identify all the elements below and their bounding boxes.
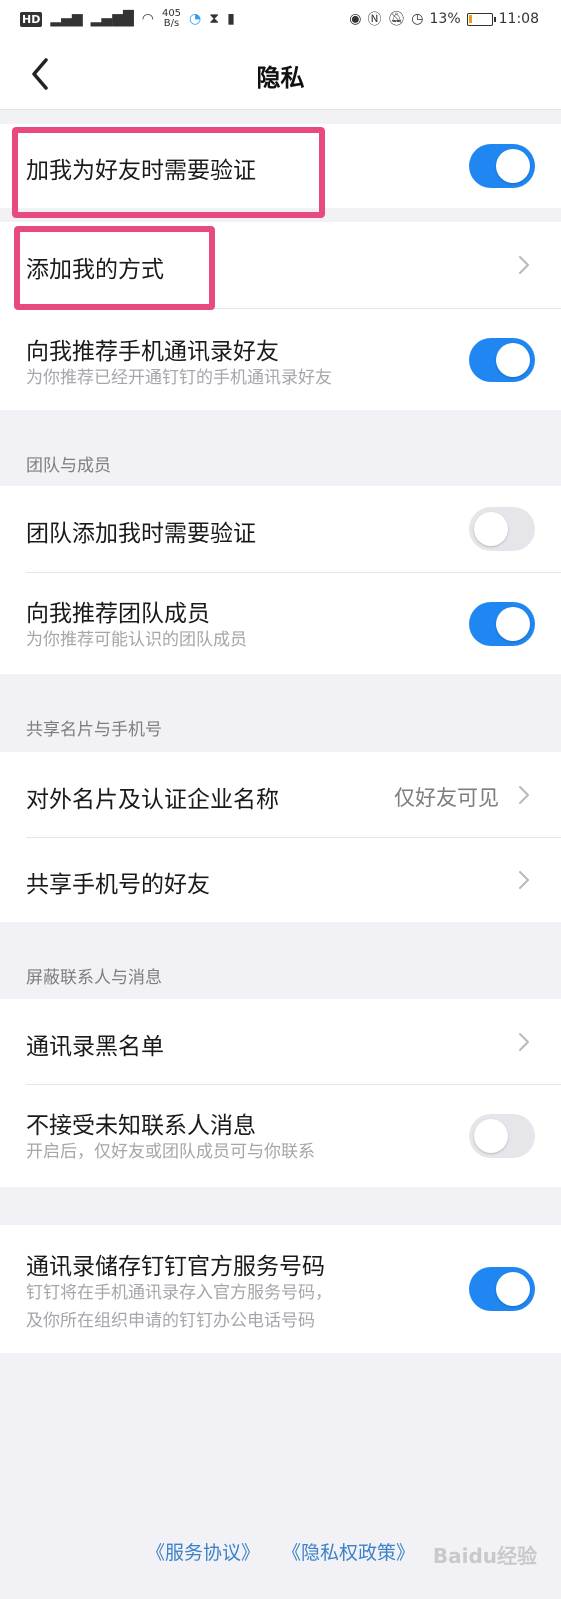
battery-icon: [466, 12, 496, 26]
nav-header: 隐私: [0, 38, 561, 110]
group-card-phone: 对外名片及认证企业名称 仅好友可见 共享手机号的好友: [0, 752, 561, 922]
chevron-right-icon: [519, 871, 529, 889]
hourglass-icon: ⧗: [209, 11, 220, 27]
browser-icon: ◔: [189, 11, 202, 27]
toggle-knob: [474, 1119, 508, 1153]
hd-icon: HD: [20, 11, 43, 27]
watermark-logo: Baidu经验: [432, 1544, 537, 1568]
row-value: 仅好友可见: [394, 786, 499, 810]
mute-icon: 🔕︎: [387, 11, 406, 27]
chevron-right-icon: [519, 256, 529, 274]
group-add-me: 添加我的方式 向我推荐手机通讯录好友 为你推荐已经开通钉钉的手机通讯录好友: [0, 222, 561, 410]
chevron-right-icon: [519, 786, 529, 804]
row-label: 通讯录黑名单: [26, 1034, 164, 1060]
row-recommend-contacts: 向我推荐手机通讯录好友 为你推荐已经开通钉钉的手机通讯录好友: [0, 308, 561, 410]
row-label: 向我推荐手机通讯录好友: [26, 339, 279, 365]
toggle-knob: [496, 1272, 530, 1306]
row-subtitle-line1: 钉钉将在手机通讯录存入官方服务号码，: [26, 1283, 332, 1303]
team-verify-toggle[interactable]: [469, 507, 535, 551]
row-official-numbers: 通讯录储存钉钉官方服务号码 钉钉将在手机通讯录存入官方服务号码， 及你所在组织申…: [0, 1225, 561, 1353]
privacy-policy-link[interactable]: 《隐私权政策》: [282, 1542, 415, 1564]
toggle-knob: [496, 343, 530, 377]
group-official-numbers: 通讯录储存钉钉官方服务号码 钉钉将在手机通讯录存入官方服务号码， 及你所在组织申…: [0, 1225, 561, 1353]
row-subtitle-line2: 及你所在组织申请的钉钉办公电话号码: [26, 1311, 315, 1331]
page-title: 隐私: [256, 64, 305, 92]
row-label: 添加我的方式: [26, 257, 164, 283]
battery-fill: [468, 14, 472, 23]
group-verify-friend: 加我为好友时需要验证: [0, 124, 561, 208]
row-reject-unknown: 不接受未知联系人消息 开启后，仅好友或团队成员可与你联系: [0, 1084, 561, 1187]
nfc-icon: Ⓝ: [367, 12, 382, 28]
group-block: 通讯录黑名单 不接受未知联系人消息 开启后，仅好友或团队成员可与你联系: [0, 999, 561, 1187]
row-label: 加我为好友时需要验证: [26, 158, 256, 184]
official-numbers-toggle[interactable]: [469, 1267, 535, 1311]
recommend-contacts-toggle[interactable]: [469, 338, 535, 382]
section-title-team: 团队与成员: [26, 456, 111, 476]
clock: 11:08: [498, 11, 539, 27]
battery-percent: 13%: [429, 11, 461, 27]
reject-unknown-toggle[interactable]: [469, 1114, 535, 1158]
row-subtitle: 开启后，仅好友或团队成员可与你联系: [26, 1142, 315, 1162]
row-share-phone[interactable]: 共享手机号的好友: [0, 837, 561, 922]
toggle-knob: [496, 607, 530, 641]
eye-icon: ◉: [349, 11, 362, 27]
section-title-block: 屏蔽联系人与消息: [26, 968, 162, 988]
row-add-me-method[interactable]: 添加我的方式: [0, 222, 561, 308]
section-title-card-phone: 共享名片与手机号: [26, 720, 162, 740]
row-label: 通讯录储存钉钉官方服务号码: [26, 1254, 325, 1280]
network-speed: 405 B/s: [161, 8, 182, 29]
row-subtitle: 为你推荐可能认识的团队成员: [26, 630, 247, 650]
wifi-icon: ◠: [141, 11, 154, 27]
speed-icon: ◷: [411, 11, 424, 27]
signal-icon: ▂▄▆: [50, 11, 83, 27]
row-label: 不接受未知联系人消息: [26, 1113, 256, 1139]
row-recommend-team: 向我推荐团队成员 为你推荐可能认识的团队成员: [0, 572, 561, 674]
row-label: 共享手机号的好友: [26, 872, 210, 898]
status-right: ◉ Ⓝ 🔕︎ ◷ 13% 11:08: [349, 9, 539, 29]
chevron-right-icon: [519, 1033, 529, 1051]
group-team: 团队添加我时需要验证 向我推荐团队成员 为你推荐可能认识的团队成员: [0, 486, 561, 674]
row-subtitle: 为你推荐已经开通钉钉的手机通讯录好友: [26, 368, 332, 388]
row-label: 对外名片及认证企业名称: [26, 787, 279, 813]
row-label: 向我推荐团队成员: [26, 601, 210, 627]
clipboard-icon: ▮: [227, 11, 235, 27]
recommend-team-toggle[interactable]: [469, 602, 535, 646]
row-label: 团队添加我时需要验证: [26, 521, 256, 547]
toggle-knob: [474, 512, 508, 546]
row-verify-friend: 加我为好友时需要验证: [0, 124, 561, 208]
status-bar: HD ▂▄▆ ▂▄▆█ ◠ 405 B/s ◔ ⧗ ▮ ◉ Ⓝ 🔕︎ ◷ 13% …: [0, 0, 561, 38]
row-team-verify: 团队添加我时需要验证: [0, 486, 561, 572]
service-agreement-link[interactable]: 《服务协议》: [146, 1542, 260, 1564]
toggle-knob: [496, 149, 530, 183]
row-card-company[interactable]: 对外名片及认证企业名称 仅好友可见: [0, 752, 561, 837]
verify-friend-toggle[interactable]: [469, 144, 535, 188]
row-blacklist[interactable]: 通讯录黑名单: [0, 999, 561, 1084]
status-left: HD ▂▄▆ ▂▄▆█ ◠ 405 B/s ◔ ⧗ ▮: [20, 9, 235, 29]
signal-4g-icon: ▂▄▆█: [90, 11, 134, 27]
